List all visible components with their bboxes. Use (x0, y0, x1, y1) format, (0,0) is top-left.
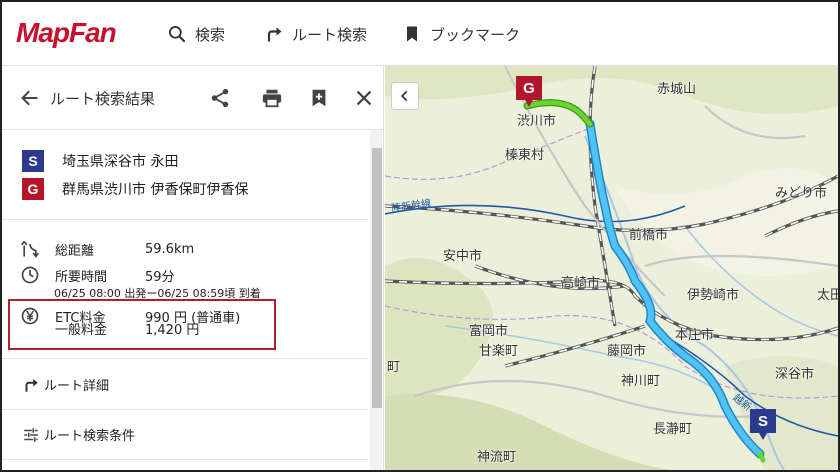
distance-icon (21, 241, 39, 258)
search-icon (169, 26, 186, 43)
nav-bookmark[interactable]: ブックマーク (402, 22, 520, 46)
back-arrow-icon[interactable] (20, 88, 40, 108)
route-endpoints: S 埼玉県深谷市 永田 G 群馬県渋川市 伊香保町伊香保 (2, 130, 368, 220)
bookmark-add-icon[interactable] (308, 87, 330, 109)
nav-bookmark-label: ブックマーク (430, 25, 521, 44)
map-label-shinto: 榛東村 (505, 148, 545, 163)
route-detail-link[interactable]: ルート詳細 (2, 360, 368, 410)
time-row: 所要時間 59分 (20, 265, 175, 285)
panel-title: ルート検索結果 (50, 90, 156, 108)
scrollbar-thumb[interactable] (372, 148, 382, 408)
distance-label: 総距離 (55, 243, 95, 259)
map-label-kamikawa: 神川町 (621, 374, 661, 389)
panel-scrollbar[interactable] (370, 130, 382, 470)
panel-collapse-button[interactable] (391, 82, 419, 110)
nav-route-label: ルート検索 (292, 25, 368, 44)
share-icon[interactable] (209, 87, 231, 109)
map-label-tomioka: 富岡市 (469, 324, 509, 339)
map-label-nagatoro: 長瀞町 (653, 422, 693, 437)
goal-name: 群馬県渋川市 伊香保町伊香保 (62, 182, 249, 198)
distance-value: 59.6km (145, 241, 195, 257)
start-point[interactable]: S 埼玉県深谷市 永田 (22, 150, 178, 172)
toll-highlight-box (8, 299, 276, 350)
route-turn-icon (267, 27, 282, 42)
panel-header: ルート検索結果 (2, 66, 383, 130)
route-detail-label: ルート詳細 (44, 379, 110, 394)
nav-route-search[interactable]: ルート検索 (264, 22, 367, 46)
top-header: MapFan 検索 ルート検索 ブックマーク (2, 2, 838, 66)
app-frame: MapFan 検索 ルート検索 ブックマーク ルート検索結果 S 埼玉県深谷市 … (0, 0, 840, 472)
route-result-panel: ルート検索結果 S 埼玉県深谷市 永田 G 群馬県渋川市 伊香保町伊香保 総距離 (2, 66, 384, 470)
map-label-midori: みどり市 (775, 186, 828, 201)
time-value: 59分 (145, 269, 175, 285)
map-label-honjo: 本庄市 (675, 328, 715, 343)
map-label-fujioka: 藤岡市 (607, 344, 647, 359)
start-badge: S (22, 150, 44, 172)
distance-row: 総距離 59.6km (20, 239, 194, 259)
map-goal-marker[interactable]: G (516, 76, 542, 107)
route-conditions-link[interactable]: ルート検索条件 (2, 410, 368, 460)
map-label-town-left: 町 (387, 360, 401, 375)
goal-point[interactable]: G 群馬県渋川市 伊香保町伊香保 (22, 178, 248, 200)
map-label-shibukawa: 渋川市 (517, 114, 557, 129)
bookmark-icon (407, 26, 417, 42)
map-label-fukaya: 深谷市 (775, 367, 815, 382)
route-turn-icon (25, 378, 38, 392)
map-label-takasaki: 高崎市 (561, 276, 601, 291)
print-icon[interactable] (261, 87, 283, 109)
clock-icon (21, 266, 39, 284)
map-label-isesaki: 伊勢崎市 (687, 288, 740, 303)
time-label: 所要時間 (55, 269, 108, 285)
map-view[interactable]: 赤城山 渋川市 榛東村 陸新幹線 みどり市 前橋市 安中市 高崎市 伊勢崎市 太… (385, 66, 838, 470)
chevron-left-icon (400, 90, 408, 102)
logo-text: MapFan (16, 17, 117, 48)
map-label-maebashi: 前橋市 (629, 228, 669, 243)
nav-search[interactable]: 検索 (167, 22, 225, 46)
start-name: 埼玉県深谷市 永田 (62, 154, 179, 170)
map-label-annaka: 安中市 (443, 249, 483, 264)
map-label-kamiizumi: 神流町 (477, 450, 517, 465)
route-conditions-label: ルート検索条件 (44, 429, 136, 444)
map-label-kanra: 甘楽町 (479, 344, 519, 359)
map-label-ota: 太田 (817, 288, 838, 303)
nav-search-label: 検索 (195, 25, 226, 44)
map-label-akagi: 赤城山 (657, 82, 697, 97)
tune-icon (24, 427, 38, 442)
mapfan-logo[interactable]: MapFan (16, 16, 117, 50)
goal-badge: G (22, 178, 44, 200)
close-icon[interactable] (353, 87, 375, 109)
map-start-marker[interactable]: S (750, 409, 776, 440)
